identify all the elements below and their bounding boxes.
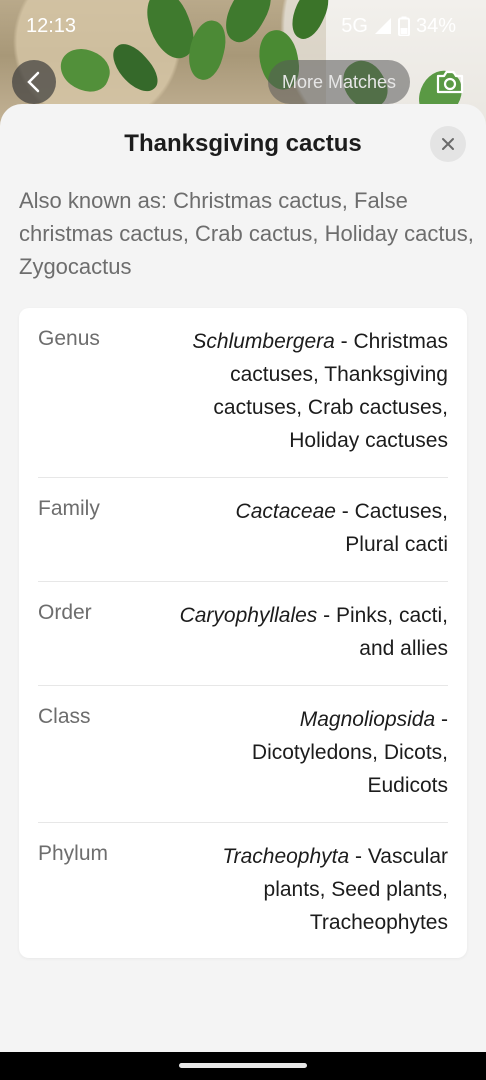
status-bar: 12:13 5G 34%	[0, 0, 486, 52]
taxonomy-row-phylum: Phylum Tracheophyta - Vascular plants, S…	[38, 823, 448, 958]
taxonomy-rank-label: Class	[38, 705, 91, 728]
signal-icon	[374, 18, 391, 34]
scientific-name: Tracheophyta	[222, 845, 350, 868]
taxonomy-value: Tracheophyta - Vascular plants, Seed pla…	[158, 823, 448, 958]
taxonomy-row-family: Family Cactaceae - Cactuses, Plural cact…	[38, 478, 448, 582]
close-button[interactable]	[430, 126, 466, 162]
scientific-name: Magnoliopsida	[299, 708, 436, 731]
taxonomy-value: Schlumbergera - Christmas cactuses, Than…	[138, 308, 448, 477]
home-gesture-handle[interactable]	[179, 1063, 307, 1068]
scientific-name: Caryophyllales	[179, 604, 318, 627]
scientific-name: Schlumbergera	[192, 330, 335, 353]
camera-icon	[436, 70, 464, 94]
battery-level: 34%	[415, 14, 456, 37]
network-label: 5G	[341, 14, 368, 37]
camera-button[interactable]	[430, 62, 470, 102]
taxonomy-card: Genus Schlumbergera - Christmas cactuses…	[19, 308, 467, 958]
common-names: - Pinks, cacti, and allies	[317, 604, 448, 660]
common-names: - Cactuses, Plural cacti	[335, 500, 448, 556]
more-matches-button[interactable]: More Matches	[268, 60, 411, 104]
scientific-name: Cactaceae	[235, 500, 336, 523]
taxonomy-row-class: Class Magnoliopsida - Dicotyledons, Dico…	[38, 686, 448, 823]
plant-details-sheet: Thanksgiving cactus Also known as: Chris…	[0, 104, 486, 1052]
taxonomy-row-genus: Genus Schlumbergera - Christmas cactuses…	[38, 308, 448, 478]
battery-icon	[397, 16, 410, 36]
taxonomy-row-order: Order Caryophyllales - Pinks, cacti, and…	[38, 582, 448, 686]
taxonomy-value: Magnoliopsida - Dicotyledons, Dicots, Eu…	[188, 686, 448, 822]
close-icon	[442, 138, 454, 150]
also-known-as-text: Also known as: Christmas cactus, False c…	[19, 188, 474, 279]
taxonomy-rank-label: Order	[38, 601, 92, 624]
taxonomy-value: Cactaceae - Cactuses, Plural cacti	[178, 478, 448, 581]
status-icons: 5G 34%	[341, 15, 456, 38]
system-nav-bar	[0, 1052, 486, 1080]
back-button[interactable]	[12, 60, 56, 104]
taxonomy-value: Caryophyllales - Pinks, cacti, and allie…	[178, 582, 448, 685]
taxonomy-rank-label: Family	[38, 497, 100, 520]
more-matches-label: More Matches	[282, 71, 397, 92]
taxonomy-rank-label: Genus	[38, 327, 100, 350]
chevron-left-icon	[27, 71, 40, 93]
status-time: 12:13	[26, 14, 77, 37]
plant-name-title: Thanksgiving cactus	[124, 130, 362, 157]
taxonomy-rank-label: Phylum	[38, 842, 109, 865]
